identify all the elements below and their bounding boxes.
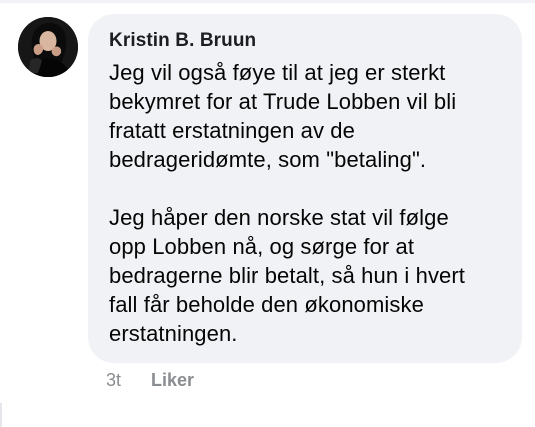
comment-bubble: Kristin B. Bruun Jeg vil også føye til a… xyxy=(88,14,522,363)
comment-timestamp[interactable]: 3t xyxy=(106,370,121,391)
divider xyxy=(0,403,2,427)
comment: Kristin B. Bruun Jeg vil også føye til a… xyxy=(0,0,535,427)
comment-actions: 3t Liker xyxy=(106,367,194,393)
comment-author[interactable]: Kristin B. Bruun xyxy=(109,28,256,54)
like-button[interactable]: Liker xyxy=(151,370,194,391)
comment-text: Jeg vil også føye til at jeg er sterkt b… xyxy=(109,60,466,346)
profile-photo-icon xyxy=(18,17,78,77)
avatar[interactable] xyxy=(18,17,78,77)
